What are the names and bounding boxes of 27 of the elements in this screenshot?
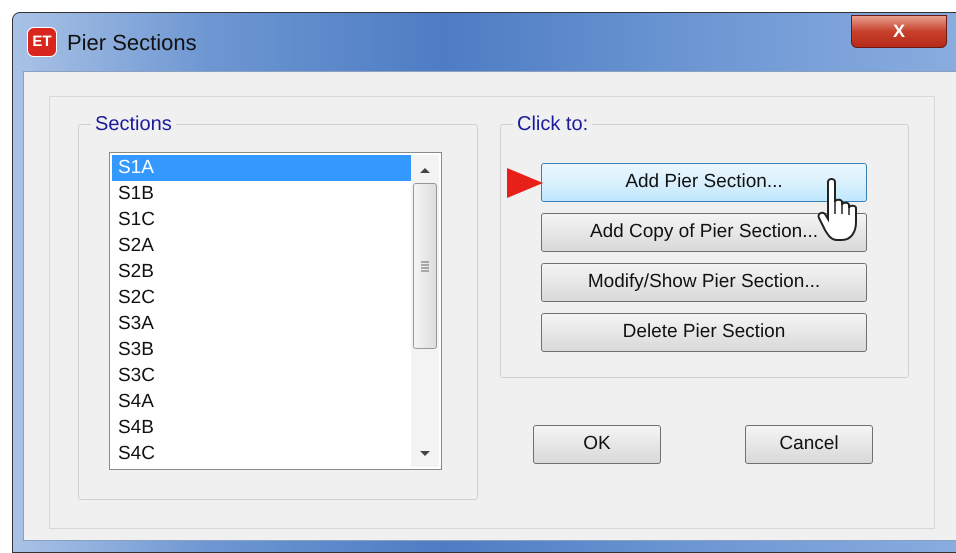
scrollbar[interactable] xyxy=(411,155,439,467)
action-button[interactable]: Delete Pier Section xyxy=(541,313,867,352)
scroll-up-icon[interactable] xyxy=(418,165,432,175)
scroll-down-icon[interactable] xyxy=(418,449,432,459)
action-button[interactable]: Modify/Show Pier Section... xyxy=(541,263,867,302)
list-item[interactable]: S2A xyxy=(112,233,411,259)
close-button[interactable]: X xyxy=(851,15,947,48)
action-button[interactable]: Add Pier Section... xyxy=(541,163,867,202)
scroll-thumb[interactable] xyxy=(413,183,437,349)
window-title: Pier Sections xyxy=(67,28,197,56)
ok-button[interactable]: OK xyxy=(533,425,661,464)
list-item[interactable]: S4A xyxy=(112,389,411,415)
action-button[interactable]: Add Copy of Pier Section... xyxy=(541,213,867,252)
list-item[interactable]: S2C xyxy=(112,285,411,311)
app-logo: ET xyxy=(27,27,57,57)
grip-icon xyxy=(420,260,430,272)
sections-listbox[interactable]: S1A S1B S1C S2A S2B S2C S3A S3B S3C S4A S4B S4C xyxy=(109,152,442,470)
cancel-button[interactable]: Cancel xyxy=(745,425,873,464)
list-item[interactable]: S3A xyxy=(112,311,411,337)
list-item[interactable]: S3B xyxy=(112,337,411,363)
list-item[interactable]: S4C xyxy=(112,441,411,467)
list-item[interactable]: S3C xyxy=(112,363,411,389)
list-item[interactable]: S1B xyxy=(112,181,411,207)
list-item[interactable]: S1C xyxy=(112,207,411,233)
list-item[interactable]: S4B xyxy=(112,415,411,441)
pointer-arrow-icon xyxy=(505,166,545,200)
list-item[interactable]: S2B xyxy=(112,259,411,285)
